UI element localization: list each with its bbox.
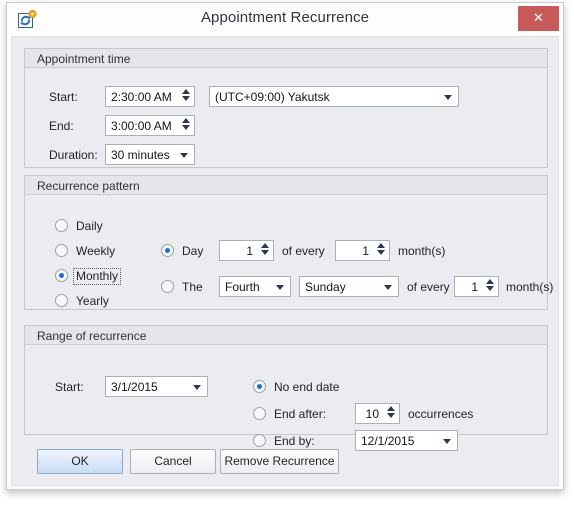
radio-day-of-month[interactable]: Day [161, 244, 205, 259]
duration-value: 30 minutes [111, 148, 170, 162]
the-months-label: month(s) [506, 280, 554, 294]
duration-label: Duration: [49, 148, 98, 162]
radio-indicator [55, 219, 68, 232]
radio-weekly-label: Weekly [76, 244, 116, 258]
end-time-value: 3:00:00 AM [111, 119, 172, 133]
range-start-datepicker[interactable]: 3/1/2015 [105, 376, 208, 397]
day-number-spin-arrows[interactable] [259, 243, 270, 258]
radio-end-after-label: End after: [274, 407, 327, 421]
the-months-value: 1 [471, 280, 478, 294]
timezone-combobox[interactable]: (UTC+09:00) Yakutsk [209, 86, 459, 107]
day-of-every-label: of every [282, 244, 325, 258]
start-time-label: Start: [49, 90, 78, 104]
the-of-every-label: of every [407, 280, 450, 294]
ordinal-combobox[interactable]: Fourth [219, 276, 291, 297]
recurrence-pattern-group: Recurrence pattern Daily Weekly Monthly … [24, 175, 553, 310]
radio-end-after[interactable]: End after: [253, 407, 328, 422]
duration-combobox[interactable]: 30 minutes [105, 144, 195, 165]
ordinal-value: Fourth [225, 280, 260, 294]
weekday-value: Sunday [305, 280, 346, 294]
ok-button[interactable]: OK [37, 449, 123, 474]
timezone-value: (UTC+09:00) Yakutsk [215, 90, 330, 104]
remove-recurrence-button[interactable]: Remove Recurrence [220, 449, 339, 474]
close-button[interactable]: ✕ [518, 6, 559, 31]
radio-yearly[interactable]: Yearly [55, 294, 111, 309]
end-time-spinner[interactable]: 3:00:00 AM [105, 115, 195, 136]
radio-no-end-date[interactable]: No end date [253, 380, 341, 395]
start-time-value: 2:30:00 AM [111, 90, 172, 104]
radio-end-by[interactable]: End by: [253, 434, 317, 449]
radio-indicator [161, 280, 174, 293]
chevron-down-icon [180, 153, 188, 158]
appointment-time-group: Appointment time Start: 2:30:00 AM (UTC+… [24, 48, 548, 168]
appointment-recurrence-dialog: Appointment Recurrence ✕ Appointment tim… [6, 2, 564, 490]
range-of-recurrence-legend: Range of recurrence [25, 326, 547, 345]
radio-indicator [55, 244, 68, 257]
radio-indicator [161, 244, 174, 257]
radio-yearly-label: Yearly [76, 294, 109, 308]
weekday-combobox[interactable]: Sunday [299, 276, 399, 297]
day-number-spinner[interactable]: 1 [219, 240, 274, 261]
radio-indicator [55, 294, 68, 307]
end-by-datepicker[interactable]: 12/1/2015 [355, 430, 458, 451]
appointment-time-legend: Appointment time [25, 49, 547, 68]
occurrences-spinner[interactable]: 10 [355, 403, 400, 424]
radio-the-label: The [182, 280, 203, 294]
range-start-label: Start: [55, 380, 84, 394]
occurrences-spin-arrows[interactable] [385, 406, 396, 421]
day-number-value: 1 [246, 244, 253, 258]
radio-indicator [253, 434, 266, 447]
range-of-recurrence-group: Range of recurrence Start: 3/1/2015 No e… [24, 325, 548, 451]
range-start-value: 3/1/2015 [111, 380, 158, 394]
end-time-label: End: [49, 119, 74, 133]
radio-weekly[interactable]: Weekly [55, 244, 117, 259]
chevron-down-icon [276, 285, 284, 290]
start-time-spinner[interactable]: 2:30:00 AM [105, 86, 195, 107]
radio-indicator [253, 407, 266, 420]
radio-end-by-label: End by: [274, 434, 315, 448]
day-months-label: month(s) [398, 244, 446, 258]
the-months-spinner[interactable]: 1 [454, 276, 499, 297]
start-time-spin-arrows[interactable] [180, 89, 191, 104]
the-months-spin-arrows[interactable] [484, 279, 495, 294]
chevron-down-icon [444, 95, 452, 100]
end-by-value: 12/1/2015 [361, 434, 415, 448]
chevron-down-icon [443, 439, 451, 444]
radio-no-end-date-label: No end date [274, 380, 340, 394]
cancel-button[interactable]: Cancel [130, 449, 216, 474]
end-time-spin-arrows[interactable] [180, 118, 191, 133]
day-months-value: 1 [362, 244, 369, 258]
window-title: Appointment Recurrence [200, 9, 370, 26]
radio-indicator [55, 269, 68, 282]
occurrences-value: 10 [365, 407, 379, 421]
title-bar: Appointment Recurrence ✕ [7, 3, 563, 36]
radio-monthly[interactable]: Monthly [55, 268, 122, 285]
radio-daily[interactable]: Daily [55, 219, 105, 234]
radio-the-weekday[interactable]: The [161, 280, 205, 295]
occurrences-label: occurrences [408, 407, 474, 421]
day-months-spinner[interactable]: 1 [335, 240, 390, 261]
dialog-client-area: Appointment time Start: 2:30:00 AM (UTC+… [11, 36, 559, 486]
radio-day-label: Day [182, 244, 204, 258]
recurrence-pattern-legend: Recurrence pattern [25, 176, 547, 195]
day-months-spin-arrows[interactable] [375, 243, 386, 258]
chevron-down-icon [384, 285, 392, 290]
radio-daily-label: Daily [76, 219, 103, 233]
radio-indicator [253, 380, 266, 393]
chevron-down-icon [193, 385, 201, 390]
radio-monthly-label: Monthly [72, 268, 122, 285]
